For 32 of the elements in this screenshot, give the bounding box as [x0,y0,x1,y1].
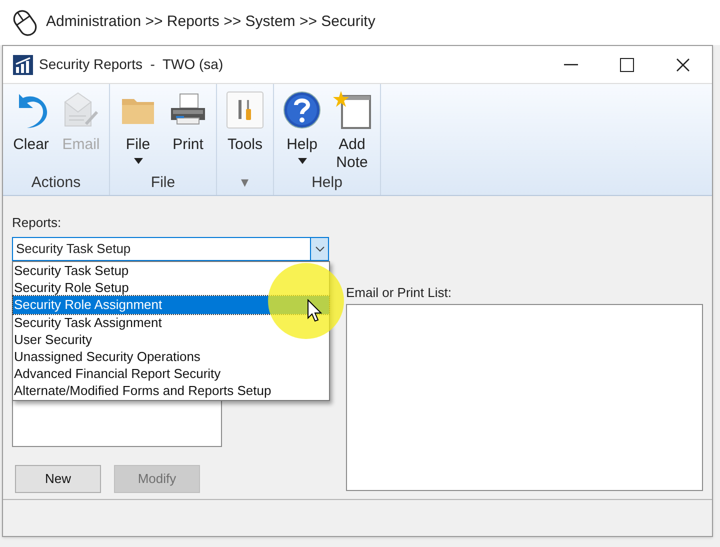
ribbon-button[interactable]: File [114,88,162,172]
form-button[interactable]: New [15,465,101,493]
chart-logo-icon [13,54,33,74]
ribbon-button[interactable]: Help [278,88,326,172]
dropdown-option[interactable]: Security Task Assignment [13,314,162,331]
group-label: Actions [31,172,81,193]
ribbon-button[interactable]: Print [164,88,212,172]
group-label: File [150,172,176,193]
note-icon [332,90,372,130]
maximize-icon [620,58,634,72]
breadcrumb: Administration >> Reports >> System >> Security [46,12,376,32]
dropdown-option[interactable]: Unassigned Security Operations [13,348,200,366]
group-label: ▾ [241,172,249,193]
dropdown-option[interactable]: Alternate/Modified Forms and Reports Setup [13,382,272,400]
pointer-icon [307,299,323,323]
close-icon [676,58,690,72]
help-icon [282,90,322,130]
ribbon-button[interactable]: Clear [7,88,55,172]
chevron-down-icon [314,246,324,252]
email-list-label: Email or Print List: [346,285,452,301]
tools-icon [226,91,264,129]
window-title: Security Reports - TWO (sa) [39,55,224,74]
dropdown-option[interactable]: Security Task Setup [13,262,129,280]
ribbon-button[interactable]: Add Note [328,88,376,172]
group-label: Help [312,172,342,193]
minimize-icon [564,64,578,66]
dropdown-option[interactable]: Advanced Financial Report Security [13,365,221,382]
reports-dropdown[interactable]: Security Task Setup [12,237,329,261]
dropdown-option[interactable]: Security Role Setup [13,279,129,296]
reports-label: Reports: [12,215,62,231]
ribbon-button[interactable]: Tools [221,88,269,172]
dropdown-option[interactable]: User Security [13,330,92,348]
